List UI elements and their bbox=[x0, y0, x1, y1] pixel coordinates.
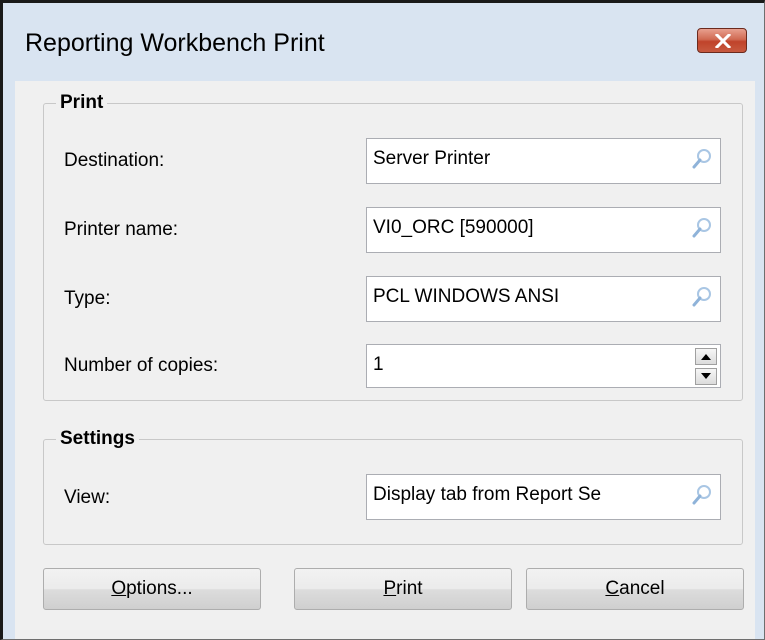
cancel-label-rest: ancel bbox=[619, 578, 665, 599]
destination-field[interactable]: Server Printer bbox=[366, 138, 721, 184]
copies-stepper[interactable]: 1 bbox=[366, 344, 721, 388]
type-value: PCL WINDOWS ANSI bbox=[373, 286, 560, 307]
printer-name-value: VI0_ORC [590000] bbox=[373, 217, 534, 238]
type-label: Type: bbox=[64, 288, 111, 309]
print-groupbox: Print Destination: Server Printer Printe… bbox=[43, 92, 743, 401]
print-group-legend: Print bbox=[56, 92, 108, 114]
arrow-down-icon bbox=[701, 373, 711, 379]
destination-value: Server Printer bbox=[373, 148, 491, 169]
view-label: View: bbox=[64, 487, 111, 508]
window-title: Reporting Workbench Print bbox=[25, 29, 325, 57]
settings-group-legend: Settings bbox=[56, 428, 139, 450]
title-bar[interactable]: Reporting Workbench Print bbox=[3, 3, 764, 81]
copies-spinner bbox=[695, 346, 719, 386]
print-dialog-window: Reporting Workbench Print Print Destinat… bbox=[0, 0, 765, 640]
increment-button[interactable] bbox=[695, 348, 717, 365]
print-mnemonic: P bbox=[383, 578, 397, 599]
view-field[interactable]: Display tab from Report Se bbox=[366, 474, 721, 520]
copies-value: 1 bbox=[373, 354, 384, 375]
options-button[interactable]: Options... bbox=[43, 568, 261, 610]
decrement-button[interactable] bbox=[695, 368, 717, 385]
printer-name-field[interactable]: VI0_ORC [590000] bbox=[366, 207, 721, 253]
arrow-up-icon bbox=[701, 354, 711, 360]
dialog-body: Print Destination: Server Printer Printe… bbox=[15, 81, 755, 639]
cancel-mnemonic: C bbox=[605, 578, 620, 599]
options-label-rest: ptions... bbox=[126, 578, 193, 599]
print-label-rest: rint bbox=[396, 578, 423, 599]
close-icon bbox=[715, 34, 731, 48]
view-value: Display tab from Report Se bbox=[373, 484, 602, 505]
close-button[interactable] bbox=[697, 28, 747, 53]
type-field[interactable]: PCL WINDOWS ANSI bbox=[366, 276, 721, 322]
destination-label: Destination: bbox=[64, 150, 165, 171]
magnifier-icon[interactable] bbox=[690, 483, 714, 507]
print-button[interactable]: Print bbox=[294, 568, 512, 610]
cancel-button[interactable]: Cancel bbox=[526, 568, 744, 610]
magnifier-icon[interactable] bbox=[690, 216, 714, 240]
copies-label: Number of copies: bbox=[64, 355, 219, 376]
options-mnemonic: O bbox=[111, 578, 127, 599]
printer-name-label: Printer name: bbox=[64, 219, 179, 240]
magnifier-icon[interactable] bbox=[690, 147, 714, 171]
magnifier-icon[interactable] bbox=[690, 285, 714, 309]
settings-groupbox: Settings View: Display tab from Report S… bbox=[43, 428, 743, 545]
